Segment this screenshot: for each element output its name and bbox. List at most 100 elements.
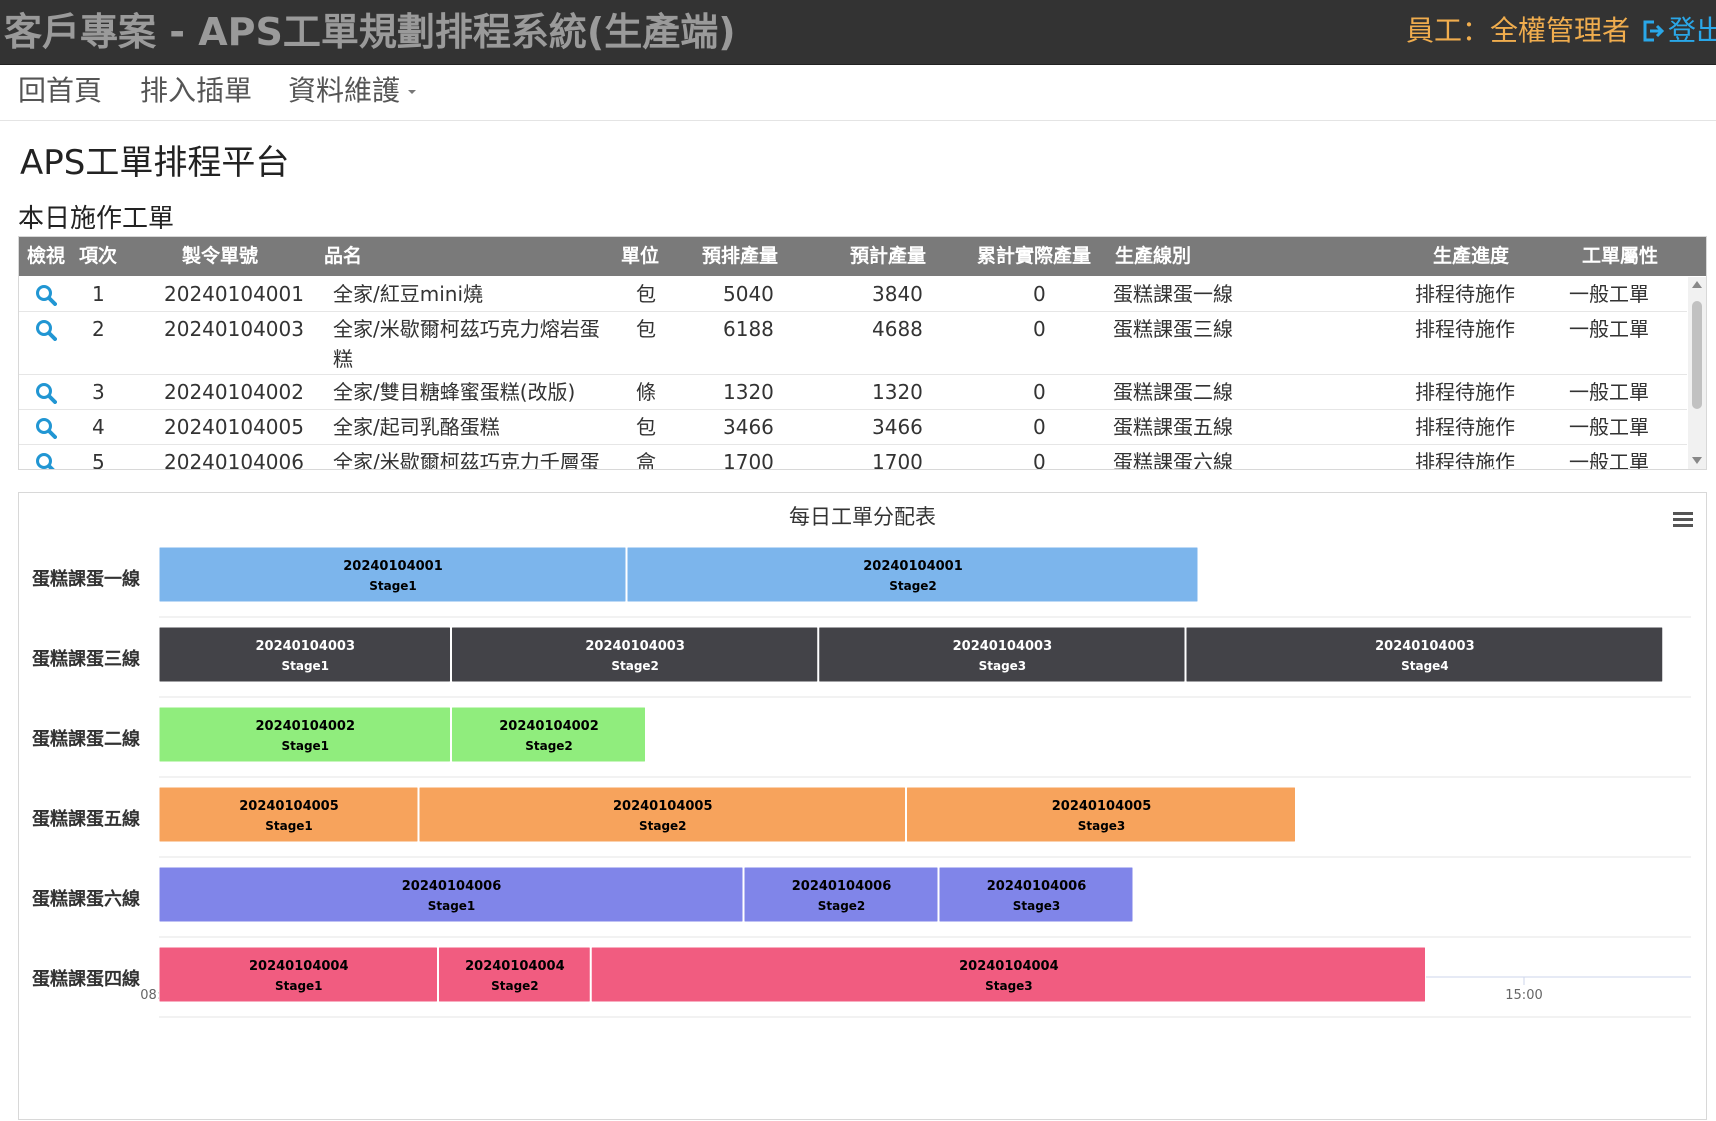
cell-line: 蛋糕課蛋三線	[1113, 317, 1233, 341]
gantt-bar	[451, 626, 819, 683]
nav-data-maintenance-label: 資料維護	[288, 74, 401, 107]
cell-product-name: 全家/米歇爾柯茲巧克力千層蛋	[333, 450, 600, 469]
cell-order-type: 一般工單	[1569, 282, 1649, 306]
search-icon[interactable]	[35, 319, 57, 341]
table-header: 檢視 項次 製令單號 品名 單位 預排產量 預計產量 累計實際產量 生產線別 生…	[19, 237, 1706, 276]
gantt-bar	[818, 626, 1186, 683]
cell-unit: 包	[636, 317, 656, 341]
bar-stage-label: Stage2	[639, 819, 687, 833]
gantt-bar	[158, 946, 438, 1003]
bar-order-label: 20240104004	[465, 959, 565, 974]
nav-home[interactable]: 回首頁	[18, 65, 102, 117]
y-category-label: 蛋糕課蛋三線	[32, 648, 140, 670]
search-icon[interactable]	[35, 452, 57, 469]
bar-order-label: 20240104006	[792, 879, 892, 894]
logout-label: 登出	[1668, 14, 1716, 47]
bar-order-label: 20240104005	[239, 799, 339, 814]
bar-order-label: 20240104003	[256, 639, 356, 654]
nav-insert-order[interactable]: 排入插單	[140, 65, 252, 117]
gantt-chart: 每日工單分配表 08:0009:0010:0011:0012:0013:0014…	[18, 492, 1707, 1120]
gantt-bar	[158, 626, 451, 683]
cell-item-no: 4	[92, 415, 105, 439]
table-body: 1 20240104001 全家/紅豆mini燒 包 5040 3840 0 蛋…	[19, 277, 1687, 469]
cell-actual-qty: 0	[1033, 282, 1046, 306]
table-row: 1 20240104001 全家/紅豆mini燒 包 5040 3840 0 蛋…	[19, 277, 1687, 312]
logout-icon	[1643, 20, 1665, 42]
cell-progress: 排程待施作	[1415, 317, 1515, 341]
col-product-name: 品名	[324, 245, 363, 267]
gantt-bar	[438, 946, 591, 1003]
bar-stage-label: Stage3	[1013, 899, 1061, 913]
cell-order-no: 20240104003	[164, 317, 304, 341]
cell-product-name: 全家/雙目糖蜂蜜蛋糕(改版)	[333, 380, 576, 404]
gantt-bar	[590, 946, 1426, 1003]
search-icon[interactable]	[35, 417, 57, 439]
col-unit: 單位	[621, 245, 660, 267]
cell-progress: 排程待施作	[1415, 282, 1515, 306]
x-tick-label: 15:00	[1505, 988, 1542, 1003]
cell-order-type: 一般工單	[1569, 317, 1649, 341]
bar-order-label: 20240104003	[953, 639, 1053, 654]
col-view: 檢視	[27, 245, 66, 267]
page-title: APS工單排程平台	[20, 143, 290, 183]
cell-item-no: 2	[92, 317, 105, 341]
cell-line: 蛋糕課蛋五線	[1113, 415, 1233, 439]
bar-order-label: 20240104001	[863, 559, 963, 574]
gantt-bar	[906, 786, 1296, 843]
cell-product-name: 全家/米歇爾柯茲巧克力熔岩蛋糕	[333, 317, 600, 371]
bar-stage-label: Stage1	[281, 659, 329, 673]
cell-line: 蛋糕課蛋二線	[1113, 380, 1233, 404]
cell-unit: 包	[636, 415, 656, 439]
scroll-thumb[interactable]	[1692, 301, 1702, 409]
section-title: 本日施作工單	[18, 204, 175, 234]
table-row: 3 20240104002 全家/雙目糖蜂蜜蛋糕(改版) 條 1320 1320…	[19, 375, 1687, 410]
bar-stage-label: Stage2	[611, 659, 659, 673]
col-order-no: 製令單號	[182, 245, 259, 267]
app-title: 客戶專案 - APS工單規劃排程系統(生產端)	[4, 10, 736, 54]
bar-order-label: 20240104002	[256, 719, 356, 734]
cell-expected-qty: 3840	[872, 282, 923, 306]
y-category-label: 蛋糕課蛋二線	[32, 728, 140, 750]
search-icon[interactable]	[35, 284, 57, 306]
cell-order-no: 20240104001	[164, 282, 304, 306]
y-category-label: 蛋糕課蛋四線	[32, 968, 140, 990]
work-order-table: 檢視 項次 製令單號 品名 單位 預排產量 預計產量 累計實際產量 生產線別 生…	[18, 236, 1707, 470]
table-scrollbar[interactable]	[1688, 277, 1706, 469]
user-label: 員工：全權管理者	[1406, 14, 1631, 47]
gantt-bar	[451, 706, 646, 763]
bar-stage-label: Stage3	[979, 659, 1027, 673]
bar-stage-label: Stage2	[818, 899, 866, 913]
y-category-label: 蛋糕課蛋六線	[32, 888, 140, 910]
nav-data-maintenance[interactable]: 資料維護	[288, 65, 417, 117]
gantt-plot: 08:0009:0010:0011:0012:0013:0014:0015:00…	[32, 546, 1691, 1018]
cell-actual-qty: 0	[1033, 380, 1046, 404]
gantt-bar	[743, 866, 939, 923]
cell-order-type: 一般工單	[1569, 450, 1649, 469]
search-icon[interactable]	[35, 382, 57, 404]
cell-planned-qty: 6188	[723, 317, 774, 341]
scroll-up-arrow-icon[interactable]	[1692, 281, 1702, 288]
bar-stage-label: Stage1	[275, 979, 323, 993]
cell-line: 蛋糕課蛋六線	[1113, 450, 1233, 469]
bar-stage-label: Stage1	[265, 819, 313, 833]
caret-down-icon	[408, 90, 417, 94]
table-row: 2 20240104003 全家/米歇爾柯茲巧克力熔岩蛋糕 包 6188 468…	[19, 312, 1687, 375]
y-category-label: 蛋糕課蛋一線	[32, 568, 140, 590]
y-category-label: 蛋糕課蛋五線	[32, 808, 140, 830]
scroll-down-arrow-icon[interactable]	[1692, 457, 1702, 464]
gantt-bar	[158, 786, 419, 843]
logout-button[interactable]: 登出	[1640, 0, 1716, 62]
cell-planned-qty: 1700	[723, 450, 774, 469]
gantt-bar	[938, 866, 1134, 923]
cell-expected-qty: 3466	[872, 415, 923, 439]
gantt-bar	[158, 866, 744, 923]
cell-order-no: 20240104006	[164, 450, 304, 469]
cell-item-no: 3	[92, 380, 105, 404]
cell-actual-qty: 0	[1033, 415, 1046, 439]
bar-order-label: 20240104006	[402, 879, 502, 894]
col-order-type: 工單屬性	[1582, 245, 1659, 267]
col-planned-qty: 預排產量	[702, 245, 779, 267]
cell-expected-qty: 1320	[872, 380, 923, 404]
bar-stage-label: Stage3	[985, 979, 1033, 993]
bar-stage-label: Stage1	[369, 579, 417, 593]
